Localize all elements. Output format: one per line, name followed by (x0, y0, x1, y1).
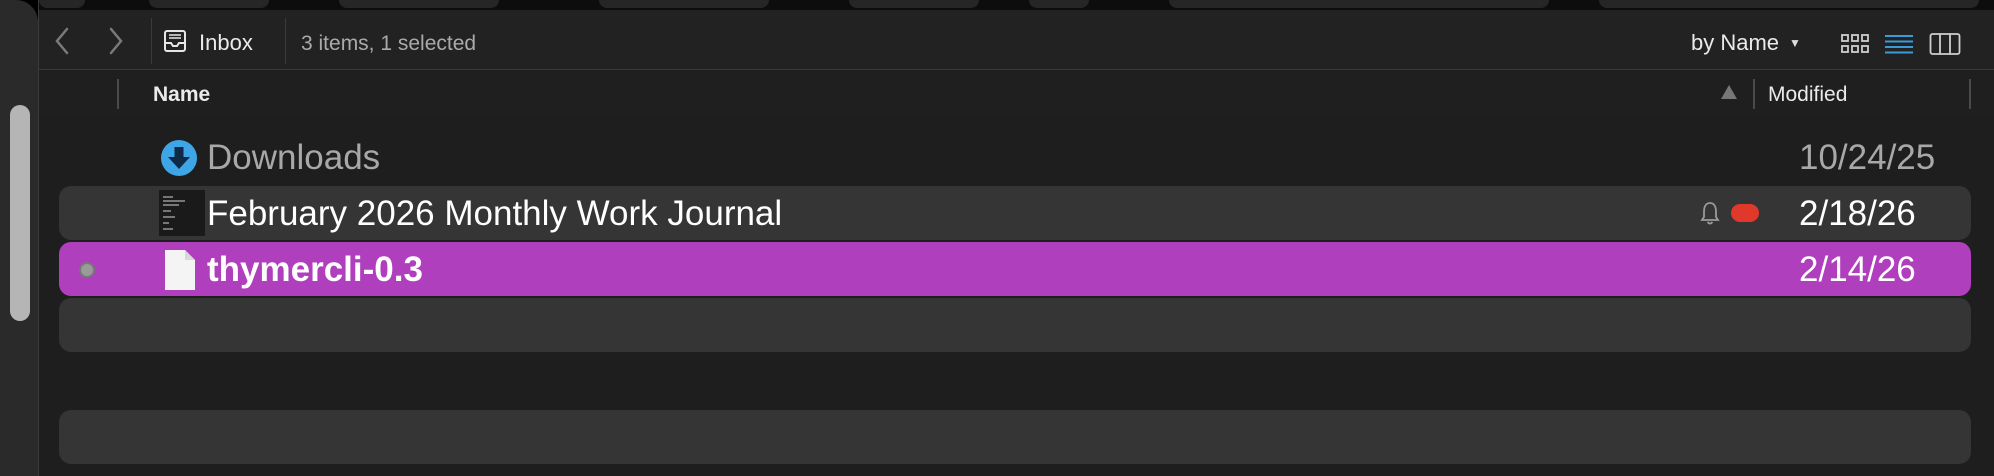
item-name: Downloads (207, 138, 381, 177)
column-separator (117, 79, 119, 109)
selection-indicator (79, 262, 95, 278)
inbox-icon (164, 30, 186, 52)
chevron-right-icon (109, 27, 123, 55)
item-modified: 2/18/26 (1799, 194, 1916, 233)
red-tag-badge (1731, 204, 1759, 222)
window-top-strip (39, 0, 1994, 10)
sort-dropdown[interactable]: by Name ▼ (1691, 30, 1801, 56)
column-separator[interactable] (1753, 79, 1755, 109)
items-status: 3 items, 1 selected (301, 32, 477, 55)
toolbar-divider (285, 18, 286, 64)
document-thumbnail-icon (159, 190, 205, 236)
icon-view-icon[interactable] (1839, 32, 1871, 56)
scrollbar-thumb[interactable] (10, 105, 30, 321)
file-icon (165, 250, 195, 290)
name-column-header[interactable]: Name (153, 83, 210, 107)
column-view-icon[interactable] (1929, 32, 1961, 56)
toolbar-divider (151, 18, 152, 64)
item-modified: 2/14/26 (1799, 250, 1916, 289)
empty-row (59, 298, 1971, 352)
downloads-icon (161, 140, 197, 176)
modified-column-header[interactable]: Modified (1768, 83, 1847, 107)
item-name: February 2026 Monthly Work Journal (207, 194, 783, 233)
bell-icon (1700, 202, 1720, 225)
list-item[interactable]: February 2026 Monthly Work Journal 2/18/… (59, 186, 1971, 240)
file-browser-window: Inbox 3 items, 1 selected by Name ▼ Name… (38, 0, 1994, 476)
sort-ascending-icon (1721, 85, 1737, 99)
list-item[interactable]: Downloads 10/24/25 (59, 130, 1971, 184)
location-title[interactable]: Inbox (199, 30, 253, 56)
back-button[interactable] (47, 26, 77, 56)
empty-row (59, 410, 1971, 464)
toolbar: Inbox 3 items, 1 selected by Name ▼ (39, 10, 1994, 70)
list-view-icon[interactable] (1883, 32, 1915, 56)
chevron-down-icon: ▼ (1789, 36, 1801, 50)
column-header: Name Modified (39, 71, 1994, 116)
item-modified: 10/24/25 (1799, 138, 1936, 177)
forward-button[interactable] (101, 26, 131, 56)
item-name: thymercli-0.3 (207, 250, 423, 289)
adjacent-window-pane (0, 0, 38, 476)
sort-label: by Name (1691, 30, 1780, 55)
column-separator[interactable] (1969, 79, 1971, 109)
list-item-selected[interactable]: thymercli-0.3 2/14/26 (59, 242, 1971, 296)
chevron-left-icon (55, 27, 69, 55)
